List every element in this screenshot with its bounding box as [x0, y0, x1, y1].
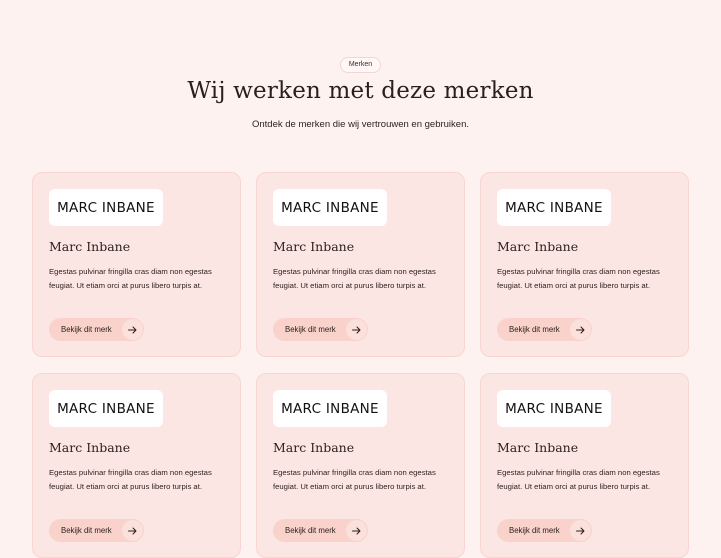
page-title: Wij werken met deze merken — [187, 78, 534, 104]
brand-logo: MARC INBANE — [273, 189, 387, 226]
arrow-right-icon — [122, 319, 143, 340]
page-subtitle: Ontdek de merken die wij vertrouwen en g… — [251, 119, 470, 130]
view-brand-button[interactable]: Bekijk dit merk — [49, 318, 144, 341]
brand-card: MARC INBANE Marc Inbane Egestas pulvinar… — [32, 172, 241, 357]
brand-logo-text: MARC INBANE — [505, 400, 603, 417]
brand-name: Marc Inbane — [49, 239, 131, 254]
brand-description: Egestas pulvinar fringilla cras diam non… — [273, 267, 436, 290]
brand-description: Egestas pulvinar fringilla cras diam non… — [273, 468, 436, 491]
brand-name: Marc Inbane — [273, 239, 355, 254]
brand-description: Egestas pulvinar fringilla cras diam non… — [49, 267, 212, 290]
brand-card: MARC INBANE Marc Inbane Egestas pulvinar… — [480, 172, 689, 357]
view-brand-button[interactable]: Bekijk dit merk — [273, 519, 368, 542]
view-brand-button-label: Bekijk dit merk — [61, 526, 112, 535]
brand-name: Marc Inbane — [497, 239, 579, 254]
brand-logo-text: MARC INBANE — [57, 199, 155, 216]
view-brand-button-label: Bekijk dit merk — [509, 325, 560, 334]
arrow-right-icon — [570, 319, 591, 340]
view-brand-button[interactable]: Bekijk dit merk — [497, 318, 592, 341]
brand-logo-text: MARC INBANE — [281, 199, 379, 216]
arrow-right-icon — [122, 520, 143, 541]
brand-name: Marc Inbane — [273, 440, 355, 455]
section-badge: Merken — [340, 57, 381, 73]
brand-logo: MARC INBANE — [497, 390, 611, 427]
brand-name: Marc Inbane — [497, 440, 579, 455]
brand-card: MARC INBANE Marc Inbane Egestas pulvinar… — [256, 373, 465, 558]
brand-grid: MARC INBANE Marc Inbane Egestas pulvinar… — [32, 172, 689, 558]
brand-description: Egestas pulvinar fringilla cras diam non… — [497, 267, 660, 290]
brand-logo: MARC INBANE — [49, 390, 163, 427]
brand-card: MARC INBANE Marc Inbane Egestas pulvinar… — [256, 172, 465, 357]
brand-logo-text: MARC INBANE — [281, 400, 379, 417]
brand-name: Marc Inbane — [49, 440, 131, 455]
brand-card: MARC INBANE Marc Inbane Egestas pulvinar… — [32, 373, 241, 558]
brand-logo: MARC INBANE — [273, 390, 387, 427]
arrow-right-icon — [570, 520, 591, 541]
brand-logo-text: MARC INBANE — [57, 400, 155, 417]
arrow-right-icon — [346, 520, 367, 541]
brand-card: MARC INBANE Marc Inbane Egestas pulvinar… — [480, 373, 689, 558]
view-brand-button[interactable]: Bekijk dit merk — [497, 519, 592, 542]
view-brand-button-label: Bekijk dit merk — [285, 526, 336, 535]
view-brand-button[interactable]: Bekijk dit merk — [49, 519, 144, 542]
brand-logo: MARC INBANE — [49, 189, 163, 226]
brand-logo: MARC INBANE — [497, 189, 611, 226]
view-brand-button-label: Bekijk dit merk — [61, 325, 112, 334]
arrow-right-icon — [346, 319, 367, 340]
brand-description: Egestas pulvinar fringilla cras diam non… — [497, 468, 660, 491]
view-brand-button-label: Bekijk dit merk — [509, 526, 560, 535]
brand-description: Egestas pulvinar fringilla cras diam non… — [49, 468, 212, 491]
view-brand-button-label: Bekijk dit merk — [285, 325, 336, 334]
view-brand-button[interactable]: Bekijk dit merk — [273, 318, 368, 341]
brand-logo-text: MARC INBANE — [505, 199, 603, 216]
